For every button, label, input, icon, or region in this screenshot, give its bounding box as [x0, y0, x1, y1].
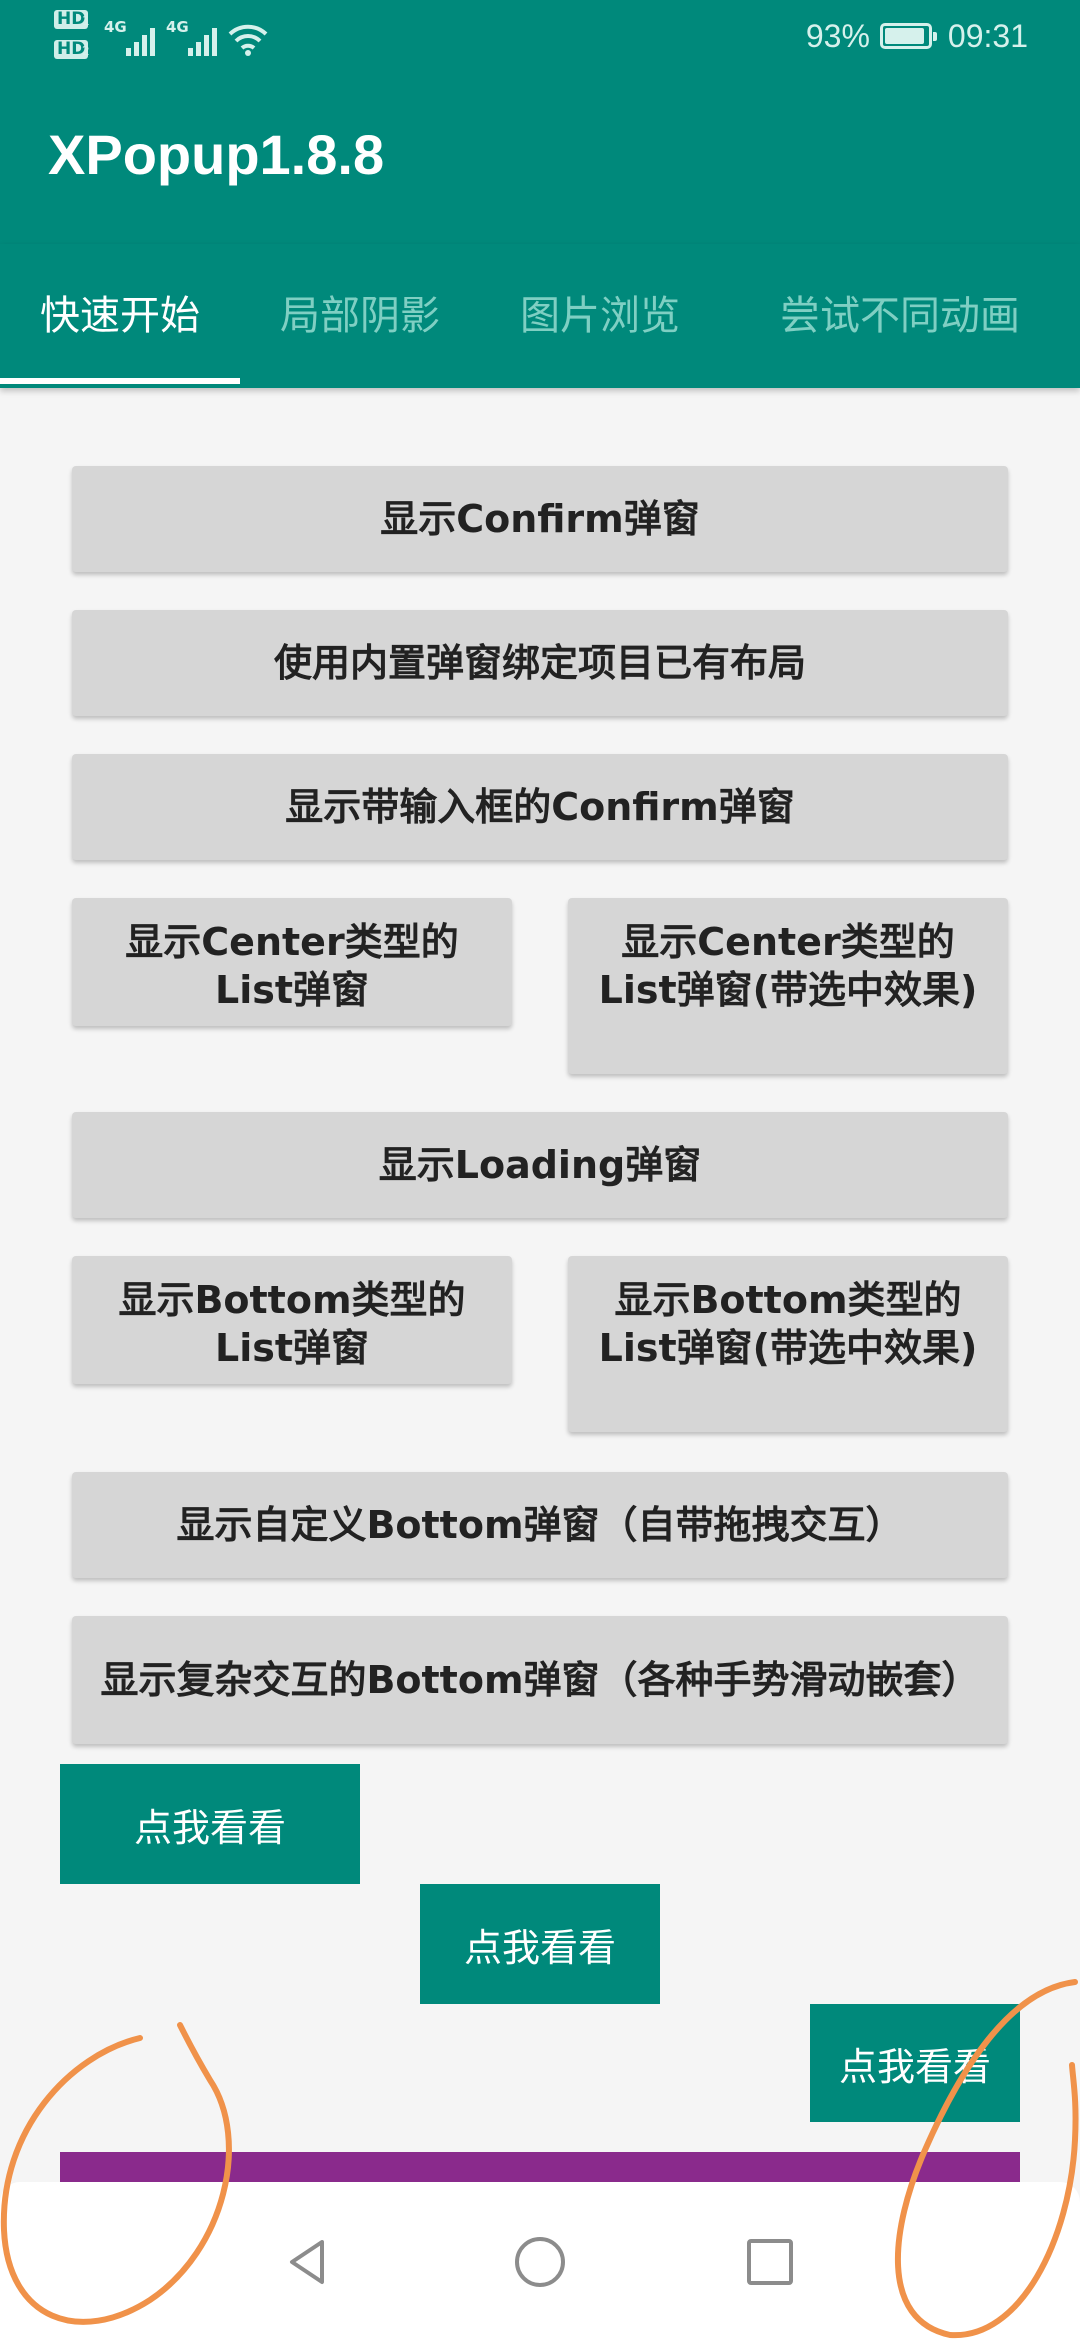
look-button-left[interactable]: 点我看看 [60, 1764, 360, 1884]
battery-percent: 93% [805, 17, 870, 54]
loading-popup-button[interactable]: 显示Loading弹窗 [72, 1112, 1008, 1218]
status-time: 09:31 [947, 17, 1028, 54]
sim-label-1: 1 [82, 14, 90, 28]
custom-bottom-popup-button[interactable]: 显示自定义Bottom弹窗（自带拖拽交互） [72, 1472, 1008, 1578]
recents-icon[interactable] [742, 2234, 798, 2290]
bottom-list-check-button[interactable]: 显示Bottom类型的List弹窗(带选中效果) [568, 1256, 1008, 1432]
status-right-group: 93% 09:31 [806, 16, 1028, 56]
look-button-center[interactable]: 点我看看 [420, 1884, 660, 2004]
app-bar: XPopup1.8.8 [0, 72, 1080, 244]
navigation-bar [0, 2182, 1080, 2340]
center-list-check-button[interactable]: 显示Center类型的List弹窗(带选中效果) [568, 898, 1008, 1074]
tab-image-viewer[interactable]: 图片浏览 [480, 244, 720, 388]
home-icon[interactable] [512, 2234, 568, 2290]
input-confirm-popup-button[interactable]: 显示带输入框的Confirm弹窗 [72, 754, 1008, 860]
battery-fill [884, 28, 924, 44]
signal-icon [188, 24, 220, 56]
tab-partial-shadow[interactable]: 局部阴影 [240, 244, 480, 388]
status-bar: HD 1 HD 2 4G 4G 93% 09:31 [0, 0, 1080, 72]
status-left-group: HD 1 HD 2 4G 4G [52, 10, 272, 62]
look-button-right[interactable]: 点我看看 [810, 2004, 1020, 2122]
signal-icon [126, 24, 158, 56]
network-label-2: 4G [166, 18, 189, 36]
confirm-popup-button[interactable]: 显示Confirm弹窗 [72, 466, 1008, 572]
tab-animations[interactable]: 尝试不同动画 [720, 244, 1080, 388]
complex-bottom-popup-button[interactable]: 显示复杂交互的Bottom弹窗（各种手势滑动嵌套） [72, 1616, 1008, 1744]
battery-icon [879, 23, 937, 49]
center-list-button[interactable]: 显示Center类型的List弹窗 [72, 898, 512, 1026]
tab-bar: 快速开始 局部阴影 图片浏览 尝试不同动画 [0, 244, 1080, 388]
app-title: XPopup1.8.8 [48, 123, 385, 186]
back-icon[interactable] [280, 2234, 336, 2290]
tab-quick-start[interactable]: 快速开始 [0, 244, 240, 388]
network-label-1: 4G [104, 18, 127, 36]
wifi-icon [228, 24, 268, 56]
sim-label-2: 2 [82, 44, 90, 58]
tab-indicator [0, 378, 240, 384]
builtin-bind-layout-button[interactable]: 使用内置弹窗绑定项目已有布局 [72, 610, 1008, 716]
bottom-list-button[interactable]: 显示Bottom类型的List弹窗 [72, 1256, 512, 1384]
